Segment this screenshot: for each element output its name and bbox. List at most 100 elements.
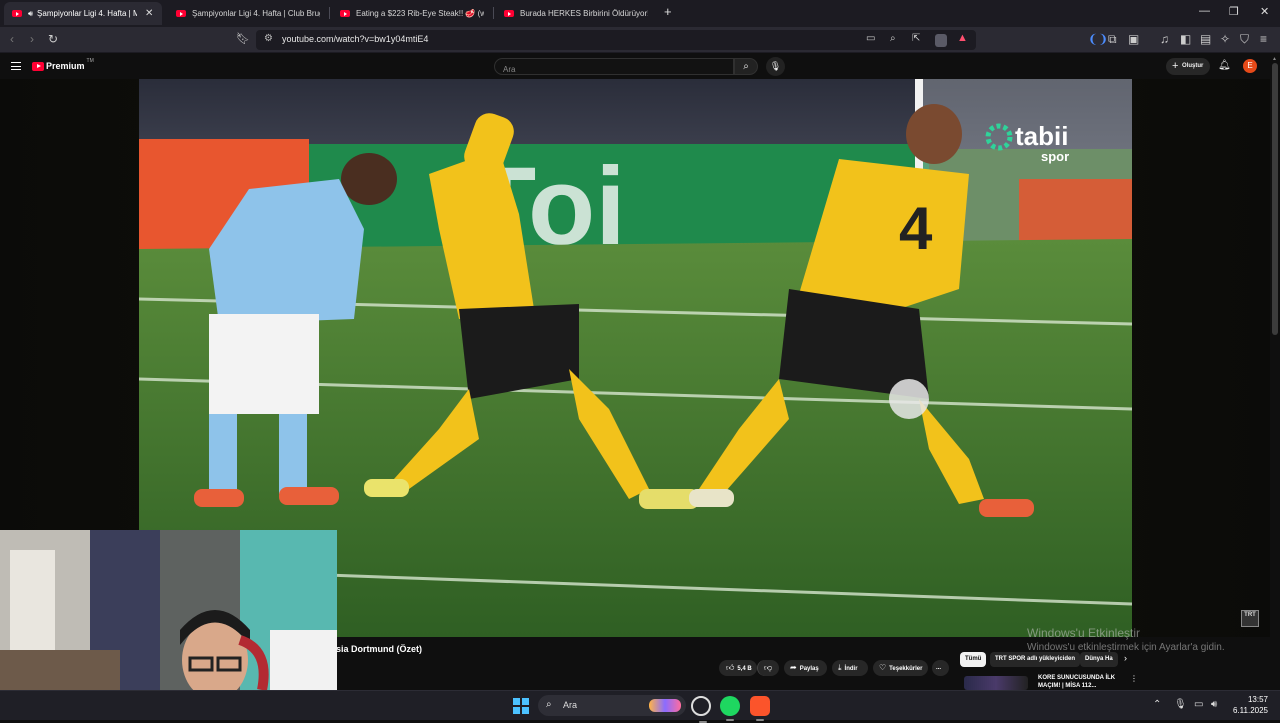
reload-icon[interactable]: ↻ xyxy=(48,32,58,46)
chip-dunya[interactable]: Dünya Ha xyxy=(1080,652,1118,667)
scroll-up-icon[interactable]: ▲ xyxy=(1272,56,1277,62)
browser-tab[interactable]: Şampiyonlar Ligi 4. Hafta | Club Brug xyxy=(168,2,328,25)
recommendation-title[interactable]: KORE SUNUCUSUNDA İLK MAÇIM! | MİSA 112..… xyxy=(1038,674,1128,690)
spotify-app-icon[interactable] xyxy=(720,696,740,721)
tab-title: Eating a $223 Rib-Eye Steak!! 🥩 (w/ xyxy=(356,9,484,18)
clock-date[interactable]: 6.11.2025 xyxy=(1228,706,1268,715)
tab-title: Burada HERKES Birbirini Öldürüyor! - xyxy=(520,9,648,18)
tray-overflow-icon[interactable]: ⌃ xyxy=(1153,699,1161,710)
minimize-icon[interactable]: — xyxy=(1199,5,1210,17)
leo-ai-icon[interactable]: ❨❩ xyxy=(1088,32,1108,46)
search-highlight-icon xyxy=(649,699,681,712)
sidebar-icon[interactable]: ◧ xyxy=(1180,32,1191,46)
address-bar[interactable]: ⚙︎ youtube.com/watch?v=bw1y04mtiE4 ▭ ⌕ ⇱… xyxy=(256,30,976,50)
youtube-favicon-icon xyxy=(12,10,22,17)
zoom-icon[interactable]: ⌕ xyxy=(890,33,896,44)
youtube-header: Premium TM ⌕ 🎙︎ Oluştur 🔔︎ E xyxy=(0,53,1280,79)
leo-sparkle-icon[interactable]: ✧ xyxy=(1220,32,1230,46)
create-button[interactable]: Oluştur xyxy=(1166,58,1210,75)
browser-tab-strip: 🔊︎ Şampiyonlar Ligi 4. Hafta | M ✕ Şampi… xyxy=(0,0,1280,27)
close-window-icon[interactable]: ✕ xyxy=(1260,5,1269,18)
like-count: 5,4 B xyxy=(737,666,752,672)
youtube-premium-logo[interactable]: Premium TM xyxy=(32,58,94,71)
forward-icon[interactable]: › xyxy=(30,32,34,46)
search-icon: ⌕ xyxy=(743,61,749,72)
share-button[interactable]: ➦ Paylaş xyxy=(784,660,827,676)
share-page-icon[interactable]: ⇱ xyxy=(912,33,920,44)
windows-start-icon[interactable] xyxy=(513,698,529,714)
chip-from-uploader[interactable]: TRT SPOR adlı yükleyiciden xyxy=(990,652,1081,667)
download-icon: ⤓ xyxy=(838,663,842,672)
taskbar-search-label: Ara xyxy=(563,700,578,710)
like-button[interactable]: 👍︎ 5,4 B xyxy=(719,660,757,676)
site-info-icon[interactable]: ⚙︎ xyxy=(264,33,273,44)
tab-close-icon[interactable]: ✕ xyxy=(145,8,153,19)
scrollbar-thumb[interactable] xyxy=(1272,63,1278,335)
tab-title: Şampiyonlar Ligi 4. Hafta | M xyxy=(37,9,138,18)
brave-rewards-icon[interactable]: ▲ xyxy=(957,32,968,44)
thumbs-up-icon: 👍︎ xyxy=(726,663,735,672)
search-icon: ⌕ xyxy=(546,699,552,710)
windows-taskbar: ⌕ Ara ⌃ 🎙︎ ▭ 🔊︎ 13:57 6.11.2025 xyxy=(0,690,1280,723)
logo-text: Premium xyxy=(46,61,85,71)
tray-network-icon[interactable]: ▭ xyxy=(1194,699,1203,710)
back-icon[interactable]: ‹ xyxy=(10,32,14,46)
thumbs-down-icon: 👎︎ xyxy=(764,663,773,672)
logo-tm: TM xyxy=(86,58,94,64)
super-thanks-icon: ♡ xyxy=(879,663,887,672)
vpn-shield-icon[interactable]: ⛉ xyxy=(1240,32,1249,46)
recommendation-menu-icon[interactable]: ⋮ xyxy=(1130,674,1138,683)
brave-app-icon[interactable] xyxy=(750,696,770,721)
browser-toolbar: ‹ › ↻ 🔖︎ ⚙︎ youtube.com/watch?v=bw1y04mt… xyxy=(0,27,1280,53)
tray-mic-icon[interactable]: 🎙︎ xyxy=(1174,699,1187,710)
download-label: İndir xyxy=(844,666,858,672)
chevron-right-icon[interactable]: › xyxy=(1124,653,1127,663)
avatar[interactable]: E xyxy=(1243,59,1257,73)
restore-icon[interactable]: ❐ xyxy=(1229,5,1239,18)
more-actions-icon: ... xyxy=(936,665,942,671)
steam-app-icon[interactable] xyxy=(691,696,711,723)
search-box[interactable] xyxy=(494,58,734,77)
tab-separator xyxy=(329,7,330,19)
dislike-button[interactable]: 👎︎ xyxy=(757,660,779,676)
more-actions-button[interactable]: ... xyxy=(932,660,949,676)
taskbar-search[interactable]: ⌕ Ara xyxy=(538,695,686,716)
new-tab-button[interactable]: + xyxy=(664,4,672,19)
tabii-sub: spor xyxy=(1041,149,1069,164)
extensions-icon[interactable]: ⧉ xyxy=(1108,32,1117,46)
youtube-favicon-icon xyxy=(340,10,350,17)
brave-shields-icon[interactable] xyxy=(935,34,947,47)
media-icon[interactable]: ♫ xyxy=(1160,32,1169,46)
browser-tab[interactable]: Burada HERKES Birbirini Öldürüyor! - xyxy=(496,2,656,25)
activation-watermark-title: Windows'u Etkinleştir xyxy=(1027,626,1140,640)
activation-watermark-text: Windows'u etkinleştirmek için Ayarlar'a … xyxy=(1027,642,1225,653)
guide-menu-icon[interactable] xyxy=(11,62,21,70)
chip-all[interactable]: Tümü xyxy=(960,652,987,667)
thanks-label: Teşekkürler xyxy=(889,666,923,672)
bookmark-icon[interactable]: 🔖︎ xyxy=(236,32,250,46)
wallet-icon[interactable]: ▤ xyxy=(1200,32,1211,46)
youtube-favicon-icon xyxy=(176,10,186,17)
thanks-button[interactable]: ♡ Teşekkürler xyxy=(873,660,928,676)
download-button[interactable]: ⤓ İndir xyxy=(832,660,868,676)
search-button[interactable]: ⌕ xyxy=(734,58,758,75)
share-label: Paylaş xyxy=(799,666,819,672)
youtube-logo-icon xyxy=(32,61,44,71)
menu-icon[interactable]: ≡ xyxy=(1260,32,1267,46)
tray-volume-icon[interactable]: 🔊︎ xyxy=(1211,699,1217,710)
browser-tab[interactable]: Eating a $223 Rib-Eye Steak!! 🥩 (w/ xyxy=(332,2,492,25)
clock-time[interactable]: 13:57 xyxy=(1232,695,1268,704)
notifications-bell-icon[interactable]: 🔔︎ xyxy=(1218,60,1231,71)
audio-playing-icon[interactable]: 🔊︎ xyxy=(28,9,33,19)
channel-watermark-badge[interactable]: TRT xyxy=(1241,610,1259,627)
url-text[interactable]: youtube.com/watch?v=bw1y04mtiE4 xyxy=(282,34,428,44)
microphone-icon: 🎙︎ xyxy=(769,61,782,71)
page-scrollbar[interactable]: ▲ xyxy=(1270,53,1280,690)
cast-icon[interactable]: ▭ xyxy=(866,33,875,44)
screenshot-icon[interactable]: ▣ xyxy=(1128,32,1139,46)
recommendation-thumbnail[interactable] xyxy=(964,676,1028,690)
voice-search-button[interactable]: 🎙︎ xyxy=(766,57,785,76)
search-input[interactable] xyxy=(495,62,733,77)
browser-tab-active[interactable]: 🔊︎ Şampiyonlar Ligi 4. Hafta | M ✕ xyxy=(4,2,162,25)
youtube-favicon-icon xyxy=(504,10,514,17)
